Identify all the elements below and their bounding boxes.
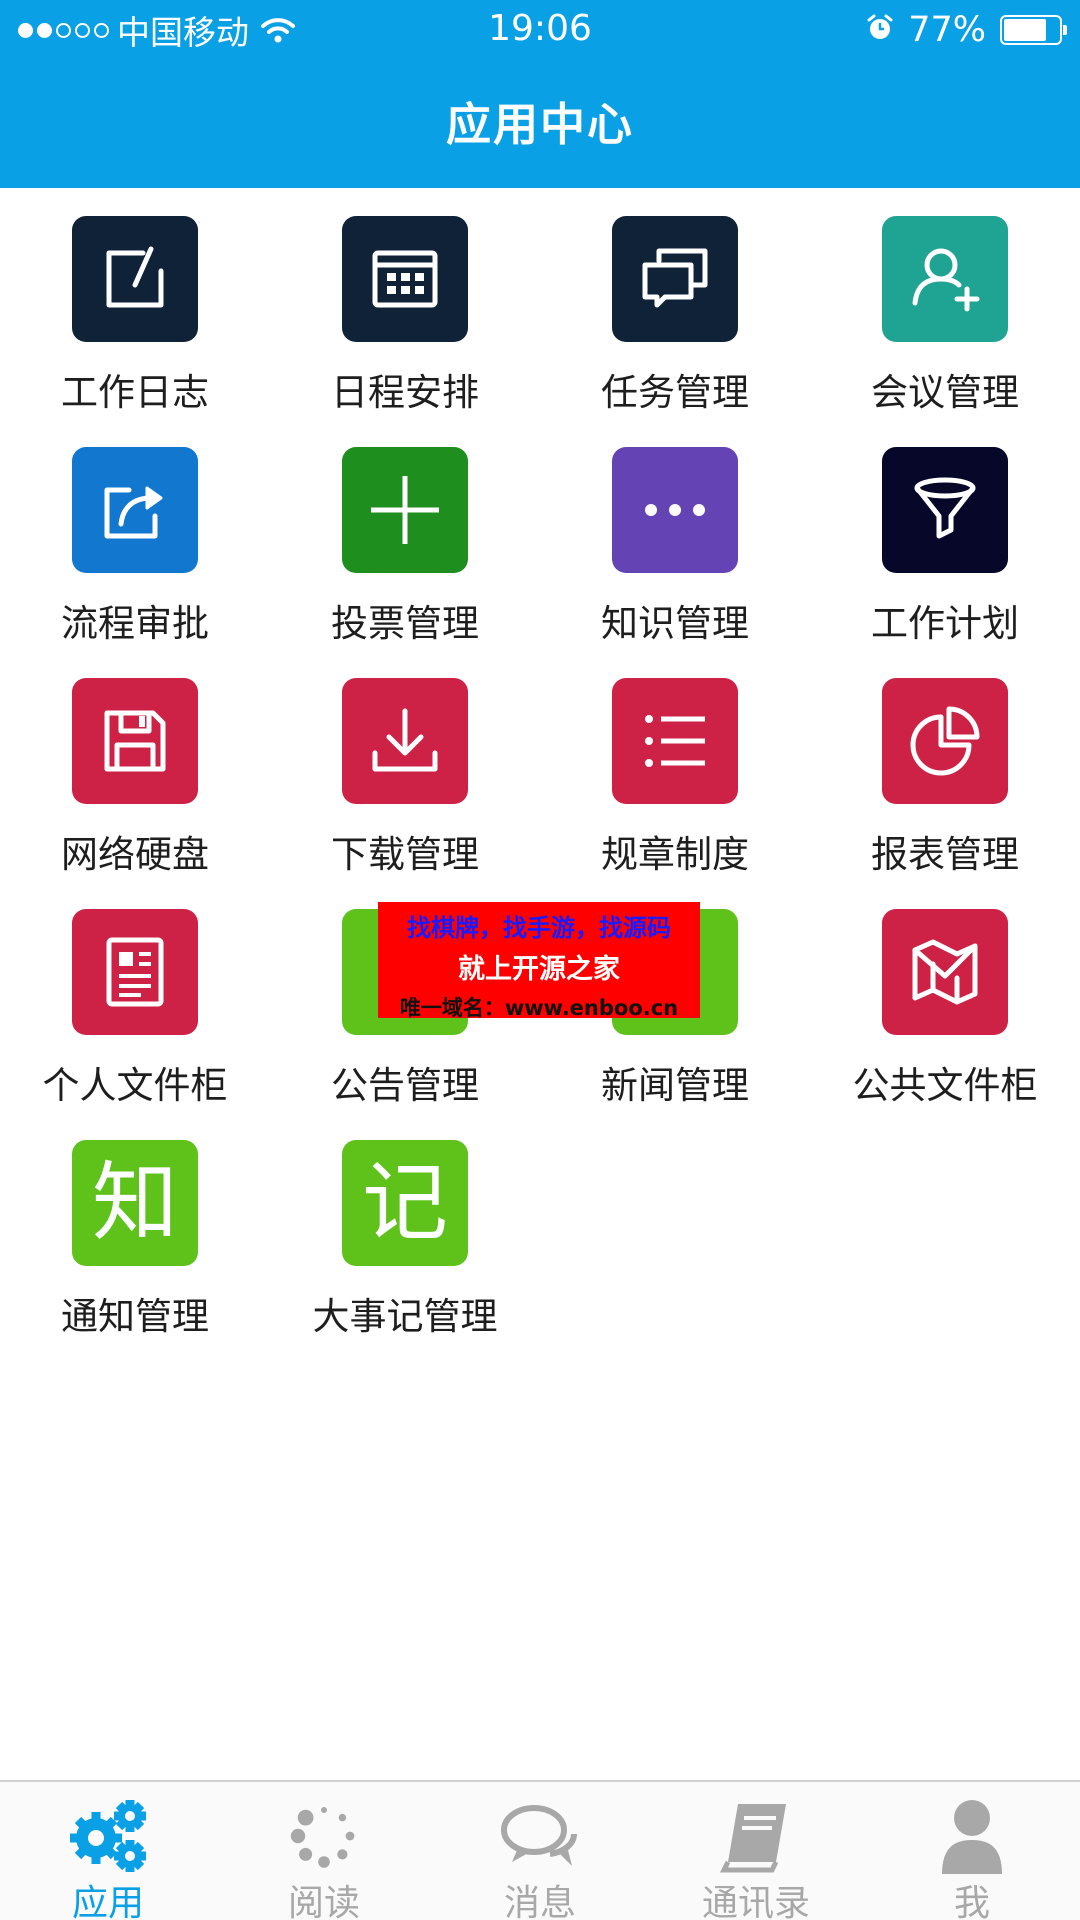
app-label: 大事记管理 [312,1295,498,1338]
page-title: 应用中心 [445,98,634,151]
app-item[interactable]: 会议管理 [810,216,1080,448]
app-item[interactable]: 知通知管理 [0,1140,270,1372]
app-label: 网络硬盘 [61,833,209,876]
app-label: 报表管理 [871,833,1019,876]
calendar-icon [342,216,468,342]
download-icon [342,678,468,804]
app-label: 工作日志 [61,371,209,414]
more-dots-icon [612,447,738,573]
app-label: 公告管理 [331,1064,479,1107]
app-item[interactable]: 投票管理 [270,447,540,679]
loading-dots-icon [282,1796,366,1876]
ji-char-icon: 记 [342,1140,468,1266]
pie-chart-icon [882,678,1008,804]
app-label: 投票管理 [331,602,479,645]
banner-line-3: 唯一域名：www.enboo.cn [399,996,679,1020]
app-icon-glyph: 知 [92,1153,178,1253]
banner-line-2: 就上开源之家 [458,954,620,985]
tab-bar: 应用 阅读 消息 通讯录 我 [0,1780,1080,1920]
app-label: 个人文件柜 [42,1064,228,1107]
status-right: 77% [866,8,1067,52]
app-label: 知识管理 [601,602,749,645]
app-item[interactable]: 网络硬盘 [0,678,270,910]
map-icon [882,909,1008,1035]
app-label: 任务管理 [601,371,749,414]
chat-windows-icon [612,216,738,342]
app-label: 下载管理 [331,833,479,876]
add-user-icon [882,216,1008,342]
app-label: 会议管理 [871,371,1019,414]
app-item[interactable]: 任务管理 [540,216,810,448]
list-icon [612,678,738,804]
tab-label: 阅读 [287,1883,360,1920]
app-icon-glyph: 记 [362,1153,448,1253]
app-label: 工作计划 [871,602,1019,645]
tab-label: 我 [953,1883,990,1920]
app-label: 通知管理 [61,1295,209,1338]
tab-item[interactable]: 通讯录 [648,1782,864,1920]
ad-banner[interactable]: 找棋牌，找手游，找源码 就上开源之家 唯一域名：www.enboo.cn [378,902,700,1020]
tab-label: 消息 [503,1883,576,1920]
document-icon [72,909,198,1035]
app-item[interactable]: 流程审批 [0,447,270,679]
floppy-disk-icon [72,678,198,804]
chat-bubbles-icon [498,1796,582,1876]
app-item[interactable]: 个人文件柜 [0,909,270,1141]
app-label: 流程审批 [61,602,209,645]
app-header: 中国移动 19:06 77% 应用中心 [0,0,1080,188]
tab-item[interactable]: 应用 [0,1782,216,1920]
alarm-icon [866,14,894,46]
app-item[interactable]: 公共文件柜 [810,909,1080,1141]
share-icon [72,447,198,573]
app-item[interactable]: 报表管理 [810,678,1080,910]
plus-icon [342,447,468,573]
tab-item[interactable]: 阅读 [216,1782,432,1920]
app-item[interactable]: 工作计划 [810,447,1080,679]
app-item[interactable]: 知识管理 [540,447,810,679]
edit-icon [72,216,198,342]
battery-icon [1000,15,1067,45]
app-item[interactable]: 工作日志 [0,216,270,448]
app-label: 日程安排 [331,371,479,414]
app-label: 规章制度 [601,833,749,876]
battery-percent: 77% [908,10,986,50]
tab-label: 通讯录 [701,1883,810,1920]
gears-icon [66,1796,150,1876]
tab-label: 应用 [71,1883,144,1920]
funnel-icon [882,447,1008,573]
tab-item[interactable]: 消息 [432,1782,648,1920]
app-item[interactable]: 下载管理 [270,678,540,910]
zhi-char-icon: 知 [72,1140,198,1266]
app-label: 公共文件柜 [852,1064,1038,1107]
app-item[interactable]: 记大事记管理 [270,1140,540,1372]
banner-line-1: 找棋牌，找手游，找源码 [407,914,671,942]
address-book-icon [714,1796,798,1876]
status-bar: 中国移动 19:06 77% [0,0,1080,60]
app-item[interactable]: 日程安排 [270,216,540,448]
person-icon [930,1796,1014,1876]
app-label: 新闻管理 [601,1064,749,1107]
app-item[interactable]: 规章制度 [540,678,810,910]
tab-item[interactable]: 我 [864,1782,1080,1920]
